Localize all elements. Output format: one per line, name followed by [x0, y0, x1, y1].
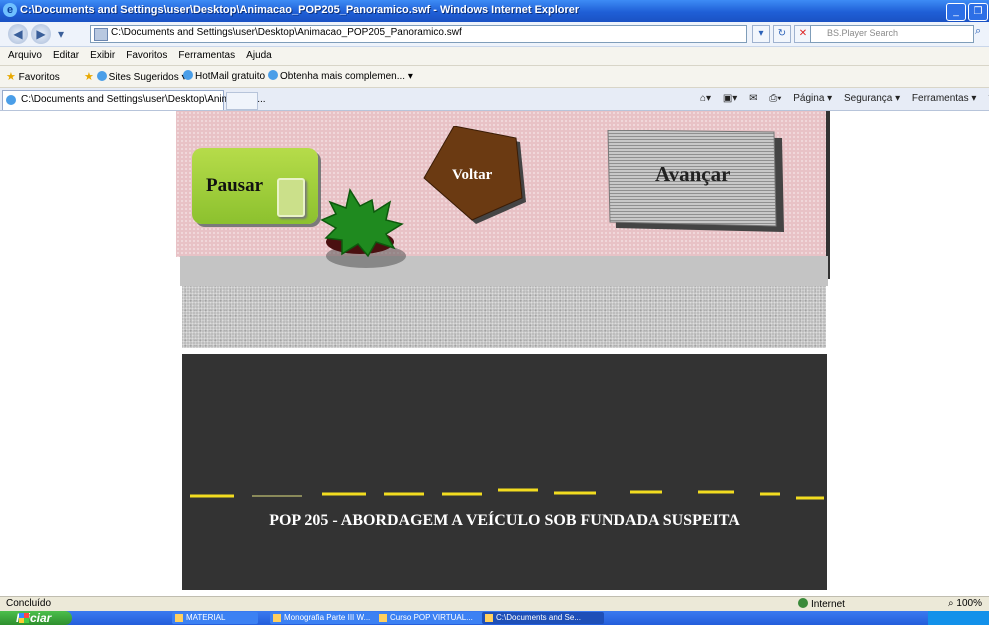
pause-button[interactable]: Pausar	[192, 148, 318, 224]
ie-page-icon	[6, 95, 16, 105]
print-icon[interactable]: ⎙▾	[769, 93, 781, 104]
address-field[interactable]: C:\Documents and Settings\user\Desktop\A…	[90, 25, 747, 43]
refresh-icon[interactable]: ↻	[773, 25, 791, 43]
globe-icon	[798, 598, 808, 608]
folder-icon	[175, 614, 183, 622]
ie-icon	[379, 614, 387, 622]
address-row: ◀ ▶ ▾ C:\Documents and Settings\user\Des…	[0, 22, 989, 47]
menu-exibir[interactable]: Exibir	[90, 50, 115, 61]
menu-favoritos[interactable]: Favoritos	[126, 50, 167, 61]
search-placeholder: BS.Player Search	[827, 28, 899, 38]
favorites-bar: ★ Favoritos ★ Sites Sugeridos ▾ HotMail …	[0, 66, 989, 88]
menu-ajuda[interactable]: Ajuda	[246, 50, 272, 61]
menu-ferramentas[interactable]: Ferramentas	[178, 50, 235, 61]
start-button[interactable]: Iniciar	[0, 611, 72, 625]
back-nav-button[interactable]: ◀	[8, 24, 28, 44]
security-menu[interactable]: Segurança ▾	[844, 93, 900, 104]
ie-logo-icon: e	[3, 3, 17, 17]
home-icon[interactable]: ⌂▾	[700, 93, 711, 104]
ie-page-icon	[183, 70, 193, 80]
back-label: Voltar	[452, 167, 493, 183]
taskbar-item-material[interactable]: MATERIAL	[172, 612, 258, 624]
favorites-label: Favoritos	[18, 72, 60, 83]
feeds-icon[interactable]: ▣▾	[723, 93, 737, 104]
task-label: MATERIAL	[186, 613, 226, 622]
windows-logo-icon	[19, 613, 29, 623]
favorite-sites-sugeridos[interactable]: ★ Sites Sugeridos ▾	[84, 70, 187, 83]
menu-editar[interactable]: Editar	[53, 50, 79, 61]
favorite-complementos[interactable]: Obtenha mais complemen... ▾	[268, 70, 413, 82]
road	[182, 354, 827, 590]
search-icon[interactable]: ⌕	[975, 25, 987, 41]
new-tab-button[interactable]	[226, 92, 258, 110]
menu-bar: Arquivo Editar Exibir Favoritos Ferramen…	[0, 47, 989, 66]
favorite-label: HotMail gratuito	[195, 71, 266, 82]
road-title: POP 205 - ABORDAGEM A VEÍCULO SOB FUNDAD…	[269, 512, 740, 529]
task-label: C:\Documents and Se...	[496, 613, 581, 622]
add-favorite-icon: ★	[84, 71, 94, 83]
taskbar: Iniciar MATERIAL Monografia Parte III W.…	[0, 611, 989, 625]
word-icon	[273, 614, 281, 622]
task-label: Monografia Parte III W...	[284, 613, 371, 622]
status-bar: Concluído Internet ⌕ 100%	[0, 596, 989, 612]
favorite-label: Sites Sugeridos ▾	[108, 72, 187, 83]
page-icon	[94, 28, 108, 41]
star-icon: ★	[6, 71, 16, 83]
taskbar-item-curso[interactable]: Curso POP VIRTUAL...	[376, 612, 486, 624]
forward-nav-button[interactable]: ▶	[31, 24, 51, 44]
taskbar-item-monografia[interactable]: Monografia Parte III W...	[270, 612, 380, 624]
window-title: C:\Documents and Settings\user\Desktop\A…	[20, 4, 580, 16]
taskbar-item-documents[interactable]: C:\Documents and Se...	[482, 612, 604, 624]
favorite-label: Obtenha mais complemen... ▾	[280, 71, 413, 82]
ie-page-icon	[96, 71, 107, 81]
tab-row: C:\Documents and Settings\user\Desktop\A…	[0, 88, 989, 111]
pause-knob-icon	[277, 178, 305, 217]
lane-markings	[190, 488, 824, 500]
tools-menu[interactable]: Ferramentas ▾	[912, 93, 976, 104]
sidewalk-curb	[180, 256, 828, 286]
ie-icon	[485, 614, 493, 622]
task-label: Curso POP VIRTUAL...	[390, 613, 473, 622]
page-menu[interactable]: Página ▾	[793, 93, 832, 104]
window-titlebar[interactable]: e C:\Documents and Settings\user\Desktop…	[0, 0, 989, 22]
status-text: Concluído	[6, 598, 52, 609]
zoom-control[interactable]: ⌕ 100%	[948, 598, 982, 609]
system-tray	[928, 611, 989, 625]
history-dropdown-icon[interactable]: ▾	[55, 24, 67, 44]
next-label: Avançar	[655, 162, 731, 186]
tab-active[interactable]: C:\Documents and Settings\user\Desktop\A…	[2, 90, 266, 110]
minimize-button[interactable]: _	[946, 3, 966, 21]
menu-arquivo[interactable]: Arquivo	[8, 50, 42, 61]
address-text: C:\Documents and Settings\user\Desktop\A…	[111, 27, 462, 38]
favorites-button[interactable]: ★ Favoritos	[6, 70, 60, 83]
mail-icon[interactable]: ✉	[749, 93, 757, 104]
favorite-hotmail[interactable]: HotMail gratuito	[183, 70, 265, 82]
zone-label: Internet	[811, 599, 845, 610]
address-dropdown-icon[interactable]: ▾	[752, 25, 770, 43]
zoom-label: 100%	[956, 598, 982, 609]
command-bar: ⌂▾ ▣▾ ✉ ⎙▾ Página ▾ Segurança ▾ Ferramen…	[700, 93, 989, 104]
search-input[interactable]: BS.Player Search	[810, 25, 974, 43]
stage-edge	[826, 111, 830, 279]
pause-label: Pausar	[206, 175, 263, 196]
maximize-button[interactable]: ❐	[968, 3, 988, 21]
ie-page-icon	[268, 70, 278, 80]
zone-indicator: Internet	[798, 598, 845, 610]
plant-icon	[320, 188, 406, 268]
sidewalk	[182, 286, 826, 348]
